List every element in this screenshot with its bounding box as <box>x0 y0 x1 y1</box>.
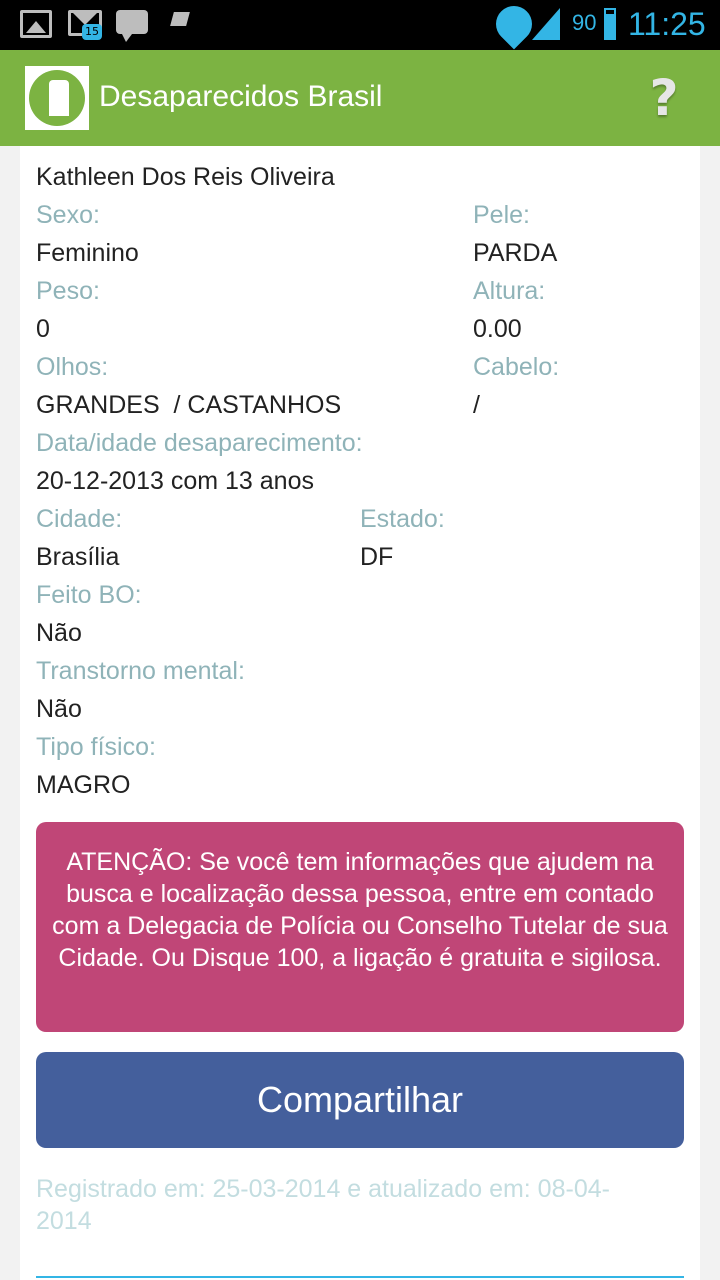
tipo-fisico-label: Tipo físico: <box>36 733 156 761</box>
feito-bo-value: Não <box>36 619 82 647</box>
cabelo-value: / <box>473 391 480 419</box>
cabelo-label: Cabelo: <box>473 353 560 381</box>
flag-icon <box>170 12 190 26</box>
pele-label: Pele: <box>473 201 530 229</box>
person-name: Kathleen Dos Reis Oliveira <box>36 163 335 191</box>
registration-dates: Registrado em: 25-03-2014 e atualizado e… <box>36 1175 610 1235</box>
feito-bo-label: Feito BO: <box>36 581 142 609</box>
altura-label: Altura: <box>473 277 546 305</box>
olhos-value: GRANDES / CASTANHOS <box>36 391 342 419</box>
cidade-value: Brasília <box>36 543 120 571</box>
app-title: Desaparecidos Brasil <box>99 80 383 113</box>
sexo-label: Sexo: <box>36 201 100 229</box>
share-button[interactable]: Compartilhar <box>36 1052 684 1148</box>
transtorno-mental-label: Transtorno mental: <box>36 657 245 685</box>
peso-label: Peso: <box>36 277 100 305</box>
olhos-label: Olhos: <box>36 353 109 381</box>
tipo-fisico-value: MAGRO <box>36 771 131 799</box>
estado-value: DF <box>360 543 394 571</box>
notification-count-badge: 15 <box>82 24 102 40</box>
cidade-label: Cidade: <box>36 505 123 533</box>
signal-icon <box>532 8 560 40</box>
attention-alert: ATENÇÃO: Se você tem informações que aju… <box>36 822 684 1032</box>
sexo-value: Feminino <box>36 239 139 267</box>
person-detail-card: Kathleen Dos Reis Oliveira Sexo: Pele: F… <box>20 146 700 1280</box>
gallery-icon <box>20 10 52 38</box>
peso-value: 0 <box>36 315 50 343</box>
chat-icon <box>116 10 148 42</box>
altura-value: 0.00 <box>473 315 522 343</box>
divider <box>36 1276 684 1278</box>
help-icon[interactable]: ? <box>642 70 686 126</box>
transtorno-mental-value: Não <box>36 695 82 723</box>
status-bar: 15 90 11:25 <box>0 0 720 50</box>
data-desaparecimento-value: 20-12-2013 com 13 anos <box>36 467 314 495</box>
clock: 11:25 <box>628 6 706 42</box>
pele-value: PARDA <box>473 239 558 267</box>
battery-level: 90 <box>572 10 597 35</box>
battery-icon <box>604 8 616 40</box>
app-logo-icon[interactable] <box>25 66 89 130</box>
action-bar: Desaparecidos Brasil ? <box>0 50 720 146</box>
data-desaparecimento-label: Data/idade desaparecimento: <box>36 429 363 457</box>
estado-label: Estado: <box>360 505 445 533</box>
